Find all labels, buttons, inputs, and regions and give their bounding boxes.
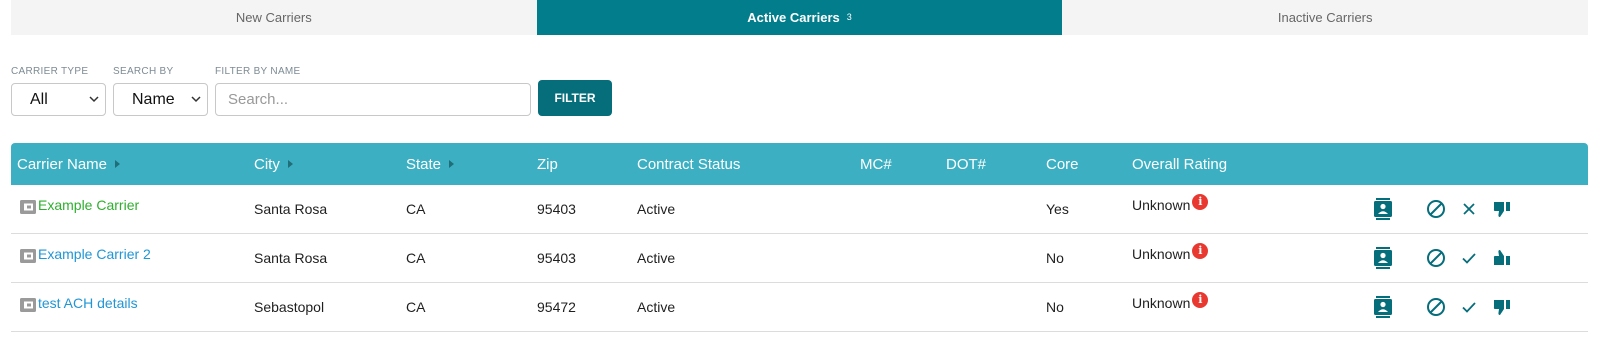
overall-rating-cell: Unknown i bbox=[1132, 185, 1209, 233]
table-row: Example Carrier Santa Rosa CA 95403 Acti… bbox=[11, 185, 1588, 234]
tab-inactive-carriers[interactable]: Inactive Carriers bbox=[1062, 0, 1589, 35]
core-cell: No bbox=[1046, 250, 1064, 266]
sort-icon bbox=[449, 160, 455, 169]
contact-card-button[interactable] bbox=[1372, 198, 1394, 220]
city-cell: Santa Rosa bbox=[254, 201, 328, 217]
rating-value: Unknown bbox=[1132, 295, 1191, 311]
zip-cell: 95403 bbox=[537, 250, 576, 266]
carrier-name-cell: Example Carrier 2 bbox=[20, 234, 151, 282]
sort-icon bbox=[115, 160, 121, 169]
header-label: Carrier Name bbox=[17, 156, 108, 173]
contact-card-icon bbox=[1374, 247, 1392, 269]
block-button[interactable] bbox=[1425, 198, 1447, 220]
thumbs-down-button[interactable] bbox=[1491, 296, 1513, 318]
block-icon bbox=[1427, 298, 1445, 316]
zip-cell: 95472 bbox=[537, 299, 576, 315]
city-cell: Santa Rosa bbox=[254, 250, 328, 266]
contract-status-cell: Active bbox=[637, 299, 676, 315]
sort-icon bbox=[287, 160, 293, 169]
carrier-name-cell: Example Carrier bbox=[20, 185, 139, 233]
filter-by-name-label: FILTER BY NAME bbox=[215, 66, 301, 77]
header-state[interactable]: State bbox=[406, 143, 455, 185]
activate-button[interactable] bbox=[1458, 247, 1480, 269]
header-label: State bbox=[406, 156, 442, 173]
thumbs-down-icon bbox=[1493, 202, 1510, 217]
city-cell: Sebastopol bbox=[254, 299, 325, 315]
header-mc: MC# bbox=[860, 156, 892, 173]
search-by-value: Name bbox=[132, 90, 175, 108]
info-icon[interactable]: i bbox=[1192, 292, 1209, 308]
carrier-name-link[interactable]: Example Carrier bbox=[38, 197, 139, 213]
filter-button[interactable]: FILTER bbox=[538, 80, 612, 116]
contact-card-button[interactable] bbox=[1372, 296, 1394, 318]
zip-cell: 95403 bbox=[537, 201, 576, 217]
table-row: test ACH details Sebastopol CA 95472 Act… bbox=[11, 283, 1588, 332]
carrier-card-icon bbox=[20, 298, 36, 312]
block-button[interactable] bbox=[1425, 247, 1447, 269]
carrier-name-link[interactable]: Example Carrier 2 bbox=[38, 246, 151, 262]
core-cell: No bbox=[1046, 299, 1064, 315]
thumbs-down-icon bbox=[1493, 300, 1510, 315]
header-contract-status: Contract Status bbox=[637, 156, 741, 173]
thumbs-up-button[interactable] bbox=[1491, 247, 1513, 269]
overall-rating-cell: Unknown i bbox=[1132, 283, 1209, 331]
header-label: City bbox=[254, 156, 280, 173]
header-zip: Zip bbox=[537, 156, 558, 173]
carrier-card-icon bbox=[20, 200, 36, 214]
thumbs-up-icon bbox=[1493, 250, 1510, 265]
overall-rating-cell: Unknown i bbox=[1132, 234, 1209, 282]
check-icon bbox=[1462, 302, 1476, 313]
header-city[interactable]: City bbox=[254, 143, 293, 185]
close-icon bbox=[1463, 203, 1475, 215]
table-header: Carrier Name City State Zip Contract Sta… bbox=[11, 143, 1588, 185]
block-button[interactable] bbox=[1425, 296, 1447, 318]
state-cell: CA bbox=[406, 299, 426, 315]
core-cell: Yes bbox=[1046, 201, 1069, 217]
info-icon[interactable]: i bbox=[1192, 243, 1209, 259]
state-cell: CA bbox=[406, 201, 426, 217]
chevron-down-icon bbox=[89, 96, 99, 103]
rating-value: Unknown bbox=[1132, 197, 1191, 213]
rating-value: Unknown bbox=[1132, 246, 1191, 262]
tab-label: New Carriers bbox=[235, 10, 312, 25]
block-icon bbox=[1427, 200, 1445, 218]
state-cell: CA bbox=[406, 250, 426, 266]
block-icon bbox=[1427, 249, 1445, 267]
search-input[interactable] bbox=[215, 83, 531, 116]
info-icon[interactable]: i bbox=[1192, 194, 1209, 210]
tab-active-carriers[interactable]: Active Carriers 3 bbox=[536, 0, 1063, 35]
thumbs-down-button[interactable] bbox=[1491, 198, 1513, 220]
contract-status-cell: Active bbox=[637, 201, 676, 217]
chevron-down-icon bbox=[191, 96, 201, 103]
activate-button[interactable] bbox=[1458, 296, 1480, 318]
carrier-tabs: New Carriers Active Carriers 3 Inactive … bbox=[11, 0, 1589, 35]
contact-card-icon bbox=[1374, 296, 1392, 318]
tab-label: Inactive Carriers bbox=[1277, 10, 1373, 25]
search-by-label: SEARCH BY bbox=[113, 66, 174, 77]
carrier-card-icon bbox=[20, 249, 36, 263]
carrier-type-label: CARRIER TYPE bbox=[11, 66, 89, 77]
carrier-name-cell: test ACH details bbox=[20, 283, 138, 331]
header-core: Core bbox=[1046, 156, 1079, 173]
contact-card-button[interactable] bbox=[1372, 247, 1394, 269]
contact-card-icon bbox=[1374, 198, 1392, 220]
carrier-name-link[interactable]: test ACH details bbox=[38, 295, 138, 311]
tab-new-carriers[interactable]: New Carriers bbox=[11, 0, 537, 35]
carrier-type-select[interactable]: All bbox=[11, 83, 106, 116]
tab-count: 3 bbox=[846, 11, 852, 22]
carriers-table: Carrier Name City State Zip Contract Sta… bbox=[11, 143, 1588, 332]
header-dot: DOT# bbox=[946, 156, 987, 173]
header-overall-rating: Overall Rating bbox=[1132, 156, 1228, 173]
search-by-select[interactable]: Name bbox=[113, 83, 208, 116]
contract-status-cell: Active bbox=[637, 250, 676, 266]
deactivate-button[interactable] bbox=[1458, 198, 1480, 220]
tab-label: Active Carriers bbox=[747, 10, 840, 25]
check-icon bbox=[1462, 253, 1476, 264]
header-carrier-name[interactable]: Carrier Name bbox=[17, 143, 121, 185]
carrier-type-value: All bbox=[30, 90, 48, 108]
table-row: Example Carrier 2 Santa Rosa CA 95403 Ac… bbox=[11, 234, 1588, 283]
